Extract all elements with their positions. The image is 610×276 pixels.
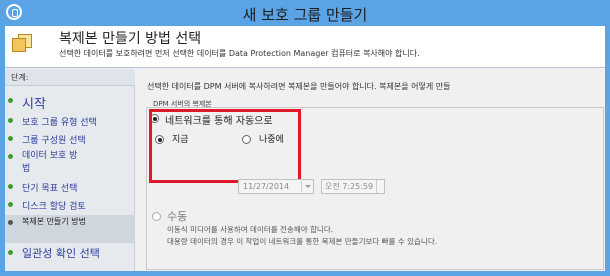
step-label: 시작 [22, 97, 46, 112]
date-picker[interactable]: 11/27/2014 [238, 179, 314, 194]
step-pending-icon [8, 250, 13, 255]
step-current-icon [8, 220, 13, 225]
time-value: 오전 7:25:59 [325, 182, 374, 191]
step-data-protection-method[interactable]: 데이터 보호 방법 [5, 149, 135, 177]
step-select-group-type[interactable]: 보호 그룹 유형 선택 [5, 113, 135, 129]
step-label: 보호 그룹 유형 선택 [22, 118, 97, 128]
step-complete-icon [8, 136, 13, 141]
step-label: 디스크 할당 검토 [22, 202, 86, 212]
wizard-window: 새 보호 그룹 만들기 복제본 만들기 방법 선택 선택한 데이터를 보호하려면… [0, 0, 610, 276]
manual-description-line1: 이동식 미디어를 사용하여 데이터를 전송해야 합니다. [167, 225, 334, 234]
step-review-disk-allocation[interactable]: 디스크 할당 검토 [5, 197, 135, 213]
step-complete-icon [8, 98, 13, 103]
time-picker[interactable]: 오전 7:25:59 [321, 179, 385, 194]
date-value: 11/27/2014 [243, 182, 290, 191]
step-select-members[interactable]: 그룹 구성원 선택 [5, 131, 135, 147]
step-label: 복제본 만들기 방법 [22, 217, 86, 226]
step-label: 그룹 구성원 선택 [22, 136, 86, 146]
step-label: 단기 목표 선택 [22, 184, 78, 194]
step-complete-icon [8, 184, 13, 189]
step-complete-icon [8, 154, 13, 159]
page-description: 선택한 데이터를 보호하려면 먼저 선택한 데이터를 Data Protecti… [59, 49, 420, 58]
wizard-client-area: 복제본 만들기 방법 선택 선택한 데이터를 보호하려면 먼저 선택한 데이터를… [5, 26, 605, 271]
steps-sidebar: 단계: 시작 보호 그룹 유형 선택 그룹 구성원 선택 데이터 보호 방법 단… [5, 69, 135, 271]
step-label: 데이터 보호 방법 [22, 151, 78, 174]
step-label: 일관성 확인 선택 [22, 247, 100, 260]
step-short-term-goals[interactable]: 단기 목표 선택 [5, 179, 135, 195]
page-title: 복제본 만들기 방법 선택 [59, 31, 202, 47]
step-complete-icon [8, 118, 13, 123]
steps-heading: 단계: [5, 69, 135, 86]
window-title: 새 보호 그룹 만들기 [242, 6, 368, 24]
wizard-page-icon [12, 34, 34, 54]
highlight-box [149, 109, 301, 183]
step-consistency-check[interactable]: 일관성 확인 선택 [5, 245, 135, 269]
intro-text: 선택한 데이터를 DPM 서버에 복사하려면 복제본을 만들어야 합니다. 복제… [147, 82, 451, 91]
chevron-down-icon[interactable] [301, 181, 312, 192]
wizard-header: 복제본 만들기 방법 선택 선택한 데이터를 보호하려면 먼저 선택한 데이터를… [5, 26, 605, 68]
manual-label: 수동 [167, 210, 188, 223]
spinner-icon[interactable] [376, 180, 384, 193]
manual-description-line2: 대용량 데이터의 경우 이 작업이 네트워크를 통한 복제본 만들기보다 빠를 … [167, 237, 438, 246]
step-complete-icon [8, 202, 13, 207]
step-start[interactable]: 시작 [5, 91, 135, 112]
manual-radio[interactable] [152, 212, 161, 221]
title-bar[interactable]: 새 보호 그룹 만들기 [0, 0, 610, 26]
step-replica-creation-method[interactable]: 복제본 만들기 방법 [5, 215, 135, 243]
